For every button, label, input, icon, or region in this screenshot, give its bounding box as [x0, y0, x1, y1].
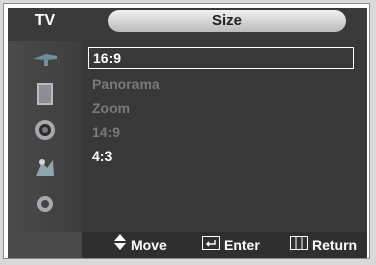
tv-osd-screen: TV Size 16:9 Panorama Zoom 14:9 4:3 Move… [8, 8, 367, 258]
top-bar: TV Size [8, 8, 367, 41]
sidebar-item-sound[interactable] [14, 117, 76, 147]
sidebar-item-setup[interactable] [14, 191, 76, 221]
sidebar-item-input[interactable] [14, 45, 76, 75]
help-move: Move [113, 232, 167, 258]
sidebar-item-picture[interactable] [14, 81, 76, 111]
menu-item-zoom[interactable]: Zoom [92, 97, 130, 119]
return-icon [290, 232, 312, 258]
help-enter-label: Enter [224, 237, 260, 253]
channel-icon [30, 154, 60, 185]
size-menu: 16:9 Panorama Zoom 14:9 4:3 [82, 41, 367, 232]
up-down-arrows-icon [113, 232, 131, 258]
sidebar-item-channel[interactable] [14, 154, 76, 184]
menu-item-4-3[interactable]: 4:3 [92, 145, 112, 167]
help-enter: Enter [202, 232, 260, 258]
picture-icon [30, 81, 60, 112]
setup-icon [30, 191, 60, 222]
help-return: Return [290, 232, 357, 258]
antenna-icon [30, 45, 60, 76]
help-bar: Move Enter Return [8, 232, 367, 258]
menu-title: Size [108, 10, 346, 32]
sidebar [8, 41, 82, 232]
help-return-label: Return [312, 237, 358, 253]
menu-item-panorama[interactable]: Panorama [92, 73, 160, 95]
enter-icon [202, 232, 224, 258]
help-bar-left-panel [8, 232, 82, 258]
sound-icon [30, 117, 60, 148]
help-move-label: Move [131, 237, 167, 253]
menu-item-14-9[interactable]: 14:9 [92, 121, 120, 143]
menu-item-16-9[interactable]: 16:9 [88, 47, 354, 69]
source-label: TV [34, 12, 56, 29]
